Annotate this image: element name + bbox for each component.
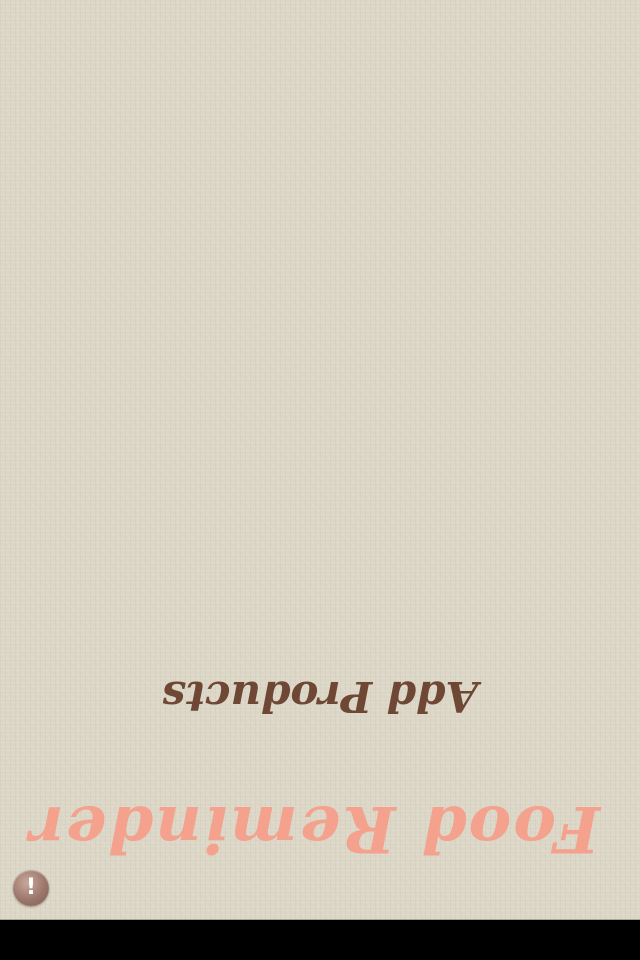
- app-title: Food Reminder: [28, 791, 600, 866]
- exclamation-icon: !: [25, 875, 37, 900]
- info-button[interactable]: !: [13, 870, 49, 906]
- add-products-button[interactable]: Add Products: [150, 668, 490, 724]
- app-screen: Add Products Food Reminder !: [0, 0, 640, 920]
- bottom-bar: [0, 920, 640, 960]
